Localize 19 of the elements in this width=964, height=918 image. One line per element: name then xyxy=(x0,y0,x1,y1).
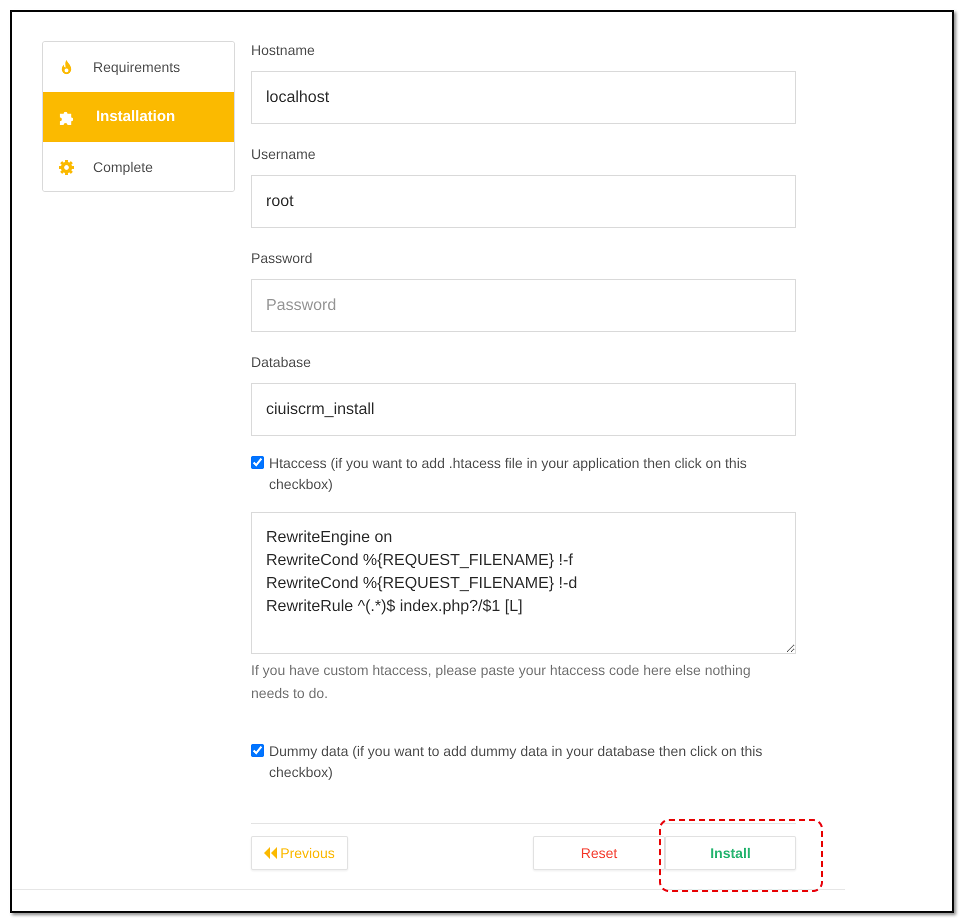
checkbox-label: Htaccess (if you want to add .htacess file in your application then click on this checkbox) xyxy=(269,454,748,494)
code-textarea[interactable]: RewriteEngine on RewriteCond %{REQUEST_FILENAME} !-f RewriteCond %{REQUEST_FILENAME} !-d RewriteRule ^(.*)$ index.php?/$1 [L] xyxy=(251,512,796,654)
help-text: If you have custom htaccess, please paste your htaccess code here else nothing needs to do. xyxy=(251,661,752,703)
reset-button[interactable]: Reset xyxy=(533,836,665,870)
input-field[interactable]: Password xyxy=(251,279,796,332)
input-field[interactable]: ciuiscrm_install xyxy=(251,383,796,436)
field-label: Username xyxy=(251,145,317,163)
step-tab[interactable]: Requirements xyxy=(43,42,234,92)
field-label: Hostname xyxy=(251,41,316,59)
field-label: Password xyxy=(251,249,314,267)
checkbox-label: Dummy data (if you want to add dummy data in your database then click on this checkbox) xyxy=(269,742,764,782)
step-tab[interactable]: Complete xyxy=(43,142,234,192)
rewind-icon xyxy=(264,847,278,859)
field-label: Database xyxy=(251,353,312,371)
checkbox[interactable] xyxy=(251,744,264,757)
input-field[interactable]: localhost xyxy=(251,71,796,124)
gear-icon xyxy=(58,158,75,176)
input-field[interactable]: root xyxy=(251,175,796,228)
checkbox[interactable] xyxy=(251,456,264,469)
